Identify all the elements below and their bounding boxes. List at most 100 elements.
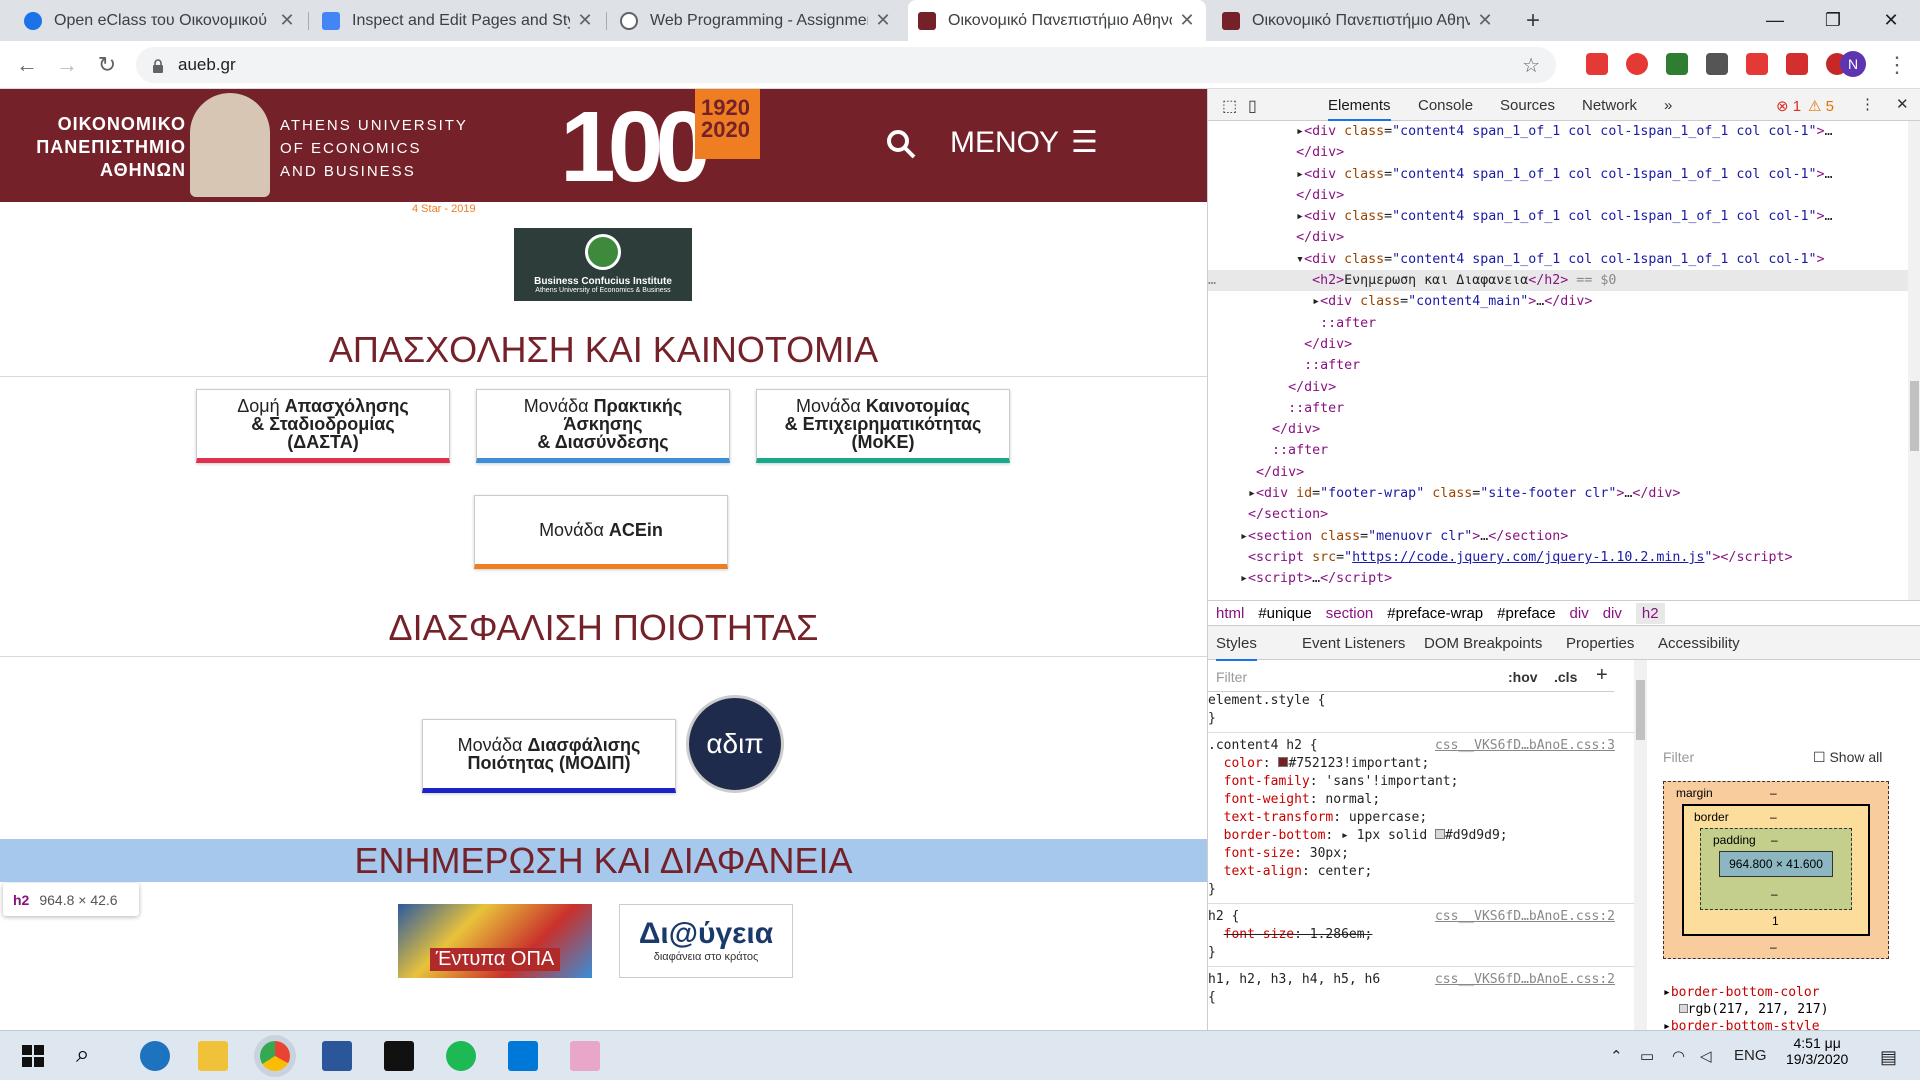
dom-tree[interactable]: ▸<div class="content4 span_1_of_1 col co… [1208,121,1908,594]
more-tabs-icon[interactable]: » [1664,97,1672,114]
breadcrumb-item[interactable]: div [1603,605,1622,622]
dom-line[interactable]: ▸<div id="footer-wrap" class="site-foote… [1208,483,1908,504]
tab-network[interactable]: Network [1582,97,1637,114]
dom-line[interactable]: </div> [1208,227,1908,248]
spotify-icon[interactable] [446,1041,476,1071]
maximize-button[interactable]: ❐ [1804,0,1862,41]
breadcrumb-item[interactable]: #preface [1497,605,1555,622]
language-indicator[interactable]: ENG [1734,1047,1767,1064]
search-icon[interactable] [886,129,916,159]
confucius-institute-logo[interactable]: Business Confucius Institute Athens Univ… [514,228,692,301]
dom-line[interactable]: </div> [1208,419,1908,440]
close-window-button[interactable]: ✕ [1862,0,1920,41]
menu-button[interactable]: ΜΕΝΟΥ ☰ [950,125,1098,160]
search-icon[interactable]: ⌕ [76,1041,106,1071]
tab-web-programming[interactable]: Web Programming - Assignment ✕ [610,0,902,41]
adip-certification-logo[interactable]: αδιπ [686,695,784,793]
cls-toggle[interactable]: .cls [1554,669,1577,685]
inspect-element-icon[interactable]: ⬚ [1222,96,1237,116]
windows-start-icon[interactable] [18,1041,48,1071]
extension-icon[interactable] [1746,53,1768,75]
dom-line[interactable]: ▸<div class="content4 span_1_of_1 col co… [1208,164,1908,185]
word-icon[interactable] [322,1041,352,1071]
reload-button[interactable]: ↻ [92,50,122,80]
extension-icon[interactable] [1706,53,1728,75]
dom-line[interactable]: ::after [1208,313,1908,334]
new-tab-button[interactable]: + [1518,0,1548,41]
extension-icon[interactable] [1586,53,1608,75]
moke-unit-button[interactable]: Μονάδα Καινοτομίας & Επιχειρηματικότητας(… [756,389,1010,463]
close-tab-icon[interactable]: ✕ [576,10,594,31]
logo-greek[interactable]: ΟΙΚΟΝΟΜΙΚΟ ΠΑΝΕΠΙΣΤΗΜΙΟ ΑΘΗΝΩΝ [0,113,186,182]
computed-filter-input[interactable]: Filter [1663,749,1694,765]
notifications-icon[interactable]: ▤ [1880,1047,1897,1068]
close-tab-icon[interactable]: ✕ [1178,10,1196,31]
breadcrumb-item[interactable]: html [1216,605,1244,622]
dom-line[interactable]: ▸<div class="content4 span_1_of_1 col co… [1208,121,1908,142]
hov-toggle[interactable]: :hov [1508,669,1538,685]
tab-aueb-active[interactable]: Οικονομικό Πανεπιστήμιο Αθηνώ ✕ [908,0,1206,41]
breadcrumb-item-selected[interactable]: h2 [1635,602,1665,624]
paint-icon[interactable] [570,1041,600,1071]
acein-unit-button[interactable]: Μονάδα ACEin [474,495,728,569]
tab-aueb[interactable]: Οικονομικό Πανεπιστήμιο Αθηνώ ✕ [1212,0,1504,41]
dom-line[interactable]: ::after [1208,398,1908,419]
chrome-menu-icon[interactable]: ⋮ [1882,50,1912,80]
error-count[interactable]: ⊗ 1 [1776,97,1801,115]
show-all-checkbox[interactable]: ☐ Show all [1813,749,1882,766]
styles-pane[interactable]: element.style {} .content4 h2 { css__VKS6… [1208,692,1634,1030]
clock[interactable]: 4:51 μμ 19/3/2020 [1786,1035,1848,1067]
dom-line[interactable]: </div> [1208,334,1908,355]
tab-console[interactable]: Console [1418,97,1473,114]
wifi-icon[interactable]: ◠ [1672,1047,1685,1065]
scrollbar-thumb[interactable] [1910,381,1919,451]
bookmark-star-icon[interactable]: ☆ [1522,53,1540,78]
opa-publications-banner[interactable]: Έντυπα ΟΠΑ [398,904,592,978]
tab-elements[interactable]: Elements [1328,97,1391,121]
edge-icon[interactable] [140,1041,170,1071]
forward-button[interactable]: → [52,50,82,80]
dom-line[interactable]: ▸<div class="content4_main">…</div> [1208,291,1908,312]
breadcrumb-item[interactable]: div [1570,605,1589,622]
dom-line[interactable]: ▸<section class="menuovr clr">…</section… [1208,526,1908,547]
dom-scrollbar[interactable] [1908,121,1920,600]
modip-unit-button[interactable]: Μονάδα Διασφάλισης Ποιότητας (ΜΟΔΙΠ) [422,719,676,793]
box-model-diagram[interactable]: margin – border – padding – 964.800 × 41… [1663,781,1889,959]
breadcrumb-item[interactable]: section [1326,605,1374,622]
dom-line[interactable]: </div> [1208,185,1908,206]
tab-inspect[interactable]: Inspect and Edit Pages and Styles ✕ [312,0,604,41]
dom-line[interactable]: ▸<script>…</script> [1208,568,1908,589]
extension-icon[interactable] [1626,53,1648,75]
warning-count[interactable]: ⚠ 5 [1808,97,1834,115]
back-button[interactable]: ← [12,50,42,80]
battery-icon[interactable]: ▭ [1640,1047,1654,1065]
subtab-styles[interactable]: Styles [1216,635,1257,661]
scrollbar-thumb[interactable] [1636,680,1645,740]
extension-icon[interactable] [1666,53,1688,75]
styles-scrollbar[interactable] [1634,660,1647,1030]
computed-properties[interactable]: ▸border-bottom-color rgb(217, 217, 217) ▸… [1663,984,1920,1030]
styles-filter-input[interactable]: Filter :hov .cls + [1208,660,1614,692]
dom-line[interactable]: ::after [1208,440,1908,461]
dom-line[interactable]: ▸<div class="content4 span_1_of_1 col co… [1208,206,1908,227]
dom-line[interactable]: ::after [1208,355,1908,376]
close-tab-icon[interactable]: ✕ [874,10,892,31]
internship-unit-button[interactable]: Μονάδα Πρακτικής Άσκησης & Διασύνδεσης [476,389,730,463]
device-toolbar-icon[interactable]: ▯ [1248,96,1257,116]
tab-eclass[interactable]: Open eClass του Οικονομικού Πα ✕ [14,0,306,41]
dom-line[interactable]: ▾<div class="content4 span_1_of_1 col co… [1208,249,1908,270]
close-devtools-icon[interactable]: ✕ [1896,95,1909,113]
vscode-icon[interactable] [508,1041,538,1071]
new-style-rule-icon[interactable]: + [1596,664,1608,687]
dom-line[interactable]: </section> [1208,504,1908,525]
extension-icon[interactable] [1786,53,1808,75]
netflix-icon[interactable] [384,1041,414,1071]
dom-line[interactable]: </div> [1208,462,1908,483]
close-tab-icon[interactable]: ✕ [1476,10,1494,31]
dom-line[interactable]: </div> [1208,142,1908,163]
chrome-icon[interactable] [260,1041,290,1071]
subtab-event-listeners[interactable]: Event Listeners [1302,635,1405,652]
address-bar[interactable]: aueb.gr ☆ [136,47,1556,83]
tray-chevron-icon[interactable]: ⌃ [1610,1047,1623,1065]
diavgeia-banner[interactable]: Δι@ύγεια διαφάνεια στο κράτος [619,904,793,978]
